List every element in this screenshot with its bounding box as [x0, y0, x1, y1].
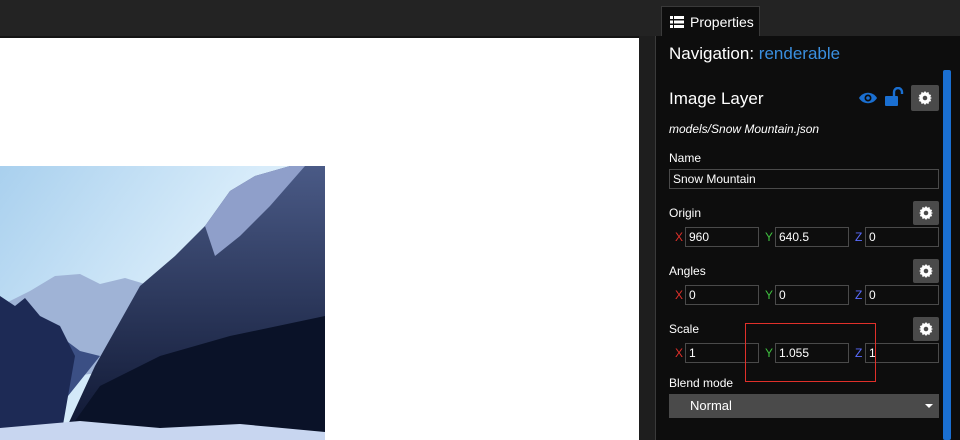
axis-x-label: X — [675, 230, 684, 244]
navigation-label: Navigation: — [669, 44, 755, 63]
name-label: Name — [669, 151, 702, 165]
angles-settings-button[interactable] — [913, 259, 939, 283]
origin-y-field[interactable]: 640.5 — [775, 227, 849, 247]
origin-settings-button[interactable] — [913, 201, 939, 225]
origin-z-field[interactable]: 0 — [865, 227, 939, 247]
layer-title: Image Layer — [669, 89, 764, 108]
name-field[interactable]: Snow Mountain — [669, 169, 939, 189]
origin-x-field[interactable]: 960 — [685, 227, 759, 247]
blend-mode-value: Normal — [690, 398, 732, 413]
navigation-value[interactable]: renderable — [759, 44, 840, 63]
axis-z-label: Z — [855, 288, 863, 302]
unlock-icon[interactable] — [884, 87, 904, 107]
gear-icon — [918, 91, 932, 105]
panel-scrollbar[interactable] — [943, 70, 951, 440]
origin-label: Origin — [669, 206, 702, 220]
axis-z-label: Z — [855, 230, 863, 244]
highlight-box — [745, 323, 876, 382]
chevron-down-icon — [925, 404, 933, 408]
angles-label: Angles — [669, 264, 706, 278]
layer-settings-button[interactable] — [911, 85, 939, 111]
angles-y-field[interactable]: 0 — [775, 285, 849, 305]
axis-y-label: Y — [765, 230, 774, 244]
axis-x-label: X — [675, 288, 684, 302]
canvas-viewport[interactable] — [0, 36, 639, 440]
list-icon — [670, 15, 684, 28]
tab-properties-label: Properties — [690, 13, 754, 30]
eye-icon[interactable] — [858, 90, 878, 106]
scale-z-field[interactable]: 1 — [865, 343, 939, 363]
angles-z-field[interactable]: 0 — [865, 285, 939, 305]
tab-properties[interactable]: Properties — [661, 6, 760, 36]
gear-icon — [919, 206, 933, 220]
scale-settings-button[interactable] — [913, 317, 939, 341]
panel-gutter — [639, 36, 655, 440]
gear-icon — [919, 322, 933, 336]
gear-icon — [919, 264, 933, 278]
angles-x-field[interactable]: 0 — [685, 285, 759, 305]
blend-mode-select[interactable]: Normal — [669, 394, 939, 418]
scale-label: Scale — [669, 322, 700, 336]
snow-mountain-image[interactable] — [0, 166, 325, 440]
axis-x-label: X — [675, 346, 684, 360]
top-toolbar — [0, 0, 960, 36]
navigation-line: Navigation: renderable — [669, 44, 840, 64]
layer-path: models/Snow Mountain.json — [669, 122, 820, 136]
blend-mode-label: Blend mode — [669, 376, 734, 390]
axis-y-label: Y — [765, 288, 774, 302]
